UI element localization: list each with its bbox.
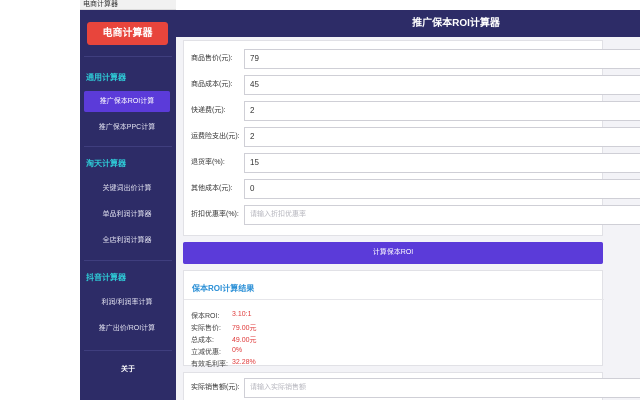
field-label: 商品成本(元): [191,81,233,88]
shipping-input[interactable]: 2 [244,101,640,121]
window-title: 电商计算器 [83,1,118,8]
logo-button[interactable]: 电商计算器 [87,22,168,45]
sidebar-divider [84,146,172,147]
cost-input[interactable]: 45 [244,75,640,95]
sidebar-item-about[interactable]: 关于 [80,364,176,374]
result-label: 立减优惠: [191,349,221,356]
sidebar-item-store-profit[interactable]: 全店利润计算器 [84,230,170,251]
input-form: 商品售价(元): 79 商品成本(元): 45 快递费(元): 2 运费险支出(… [183,40,640,236]
result-divider [184,299,604,300]
sidebar-item-keyword-bid[interactable]: 关键词出价计算 [84,178,170,199]
field-label: 折扣优惠率(%): [191,211,239,218]
result-label: 有效毛利率: [191,361,228,368]
main-content: 推广保本ROI计算器 商品售价(元): 79 商品成本(元): 45 快递费(元… [176,10,640,400]
result-title: 保本ROI计算结果 [192,284,255,293]
group-title-douyin: 抖音计算器 [86,273,126,282]
sidebar: 电商计算器 通用计算器 推广保本ROI计算 推广保本PPC计算 淘天计算器 关键… [80,10,176,400]
sidebar-item-profit-rate[interactable]: 利润/利润率计算 [84,292,170,313]
sidebar-item-single-profit[interactable]: 单品利润计算器 [84,204,170,225]
field-label: 商品售价(元): [191,55,233,62]
page-header: 推广保本ROI计算器 [176,10,640,37]
field-label: 实际销售额(元): [191,384,240,391]
sidebar-divider [84,350,172,351]
sidebar-divider [84,260,172,261]
sidebar-item-bid-roi[interactable]: 推广出价/ROI计算 [84,318,170,339]
freight-insurance-input[interactable]: 2 [244,127,640,147]
field-label: 快递费(元): [191,107,226,114]
sidebar-item-ppc[interactable]: 推广保本PPC计算 [84,117,170,138]
field-label: 退货率(%): [191,159,225,166]
result-value-total-cost: 49.00元 [232,337,257,344]
field-label: 运费险支出(元): [191,133,240,140]
result-value-margin: 32.28% [232,359,256,366]
result-label: 保本ROI: [191,313,220,320]
result-label: 总成本: [191,337,214,344]
group-title-taotian: 淘天计算器 [86,159,126,168]
actual-sales-input[interactable]: 请输入实际销售额 [244,378,640,398]
window-titlebar: 电商计算器 [80,0,176,10]
other-cost-input[interactable]: 0 [244,179,640,199]
result-value-roi: 3.10:1 [232,311,252,318]
field-label: 其他成本(元): [191,185,233,192]
page-title: 推广保本ROI计算器 [412,18,500,29]
result-label: 实际售价: [191,325,221,332]
price-input[interactable]: 79 [244,49,640,69]
result-value-price: 79.00元 [232,325,257,332]
result-panel: 保本ROI计算结果 保本ROI: 3.10:1 实际售价: 79.00元 总成本… [183,270,604,368]
group-title-general: 通用计算器 [86,73,126,82]
calculate-roi-button[interactable]: 计算保本ROI [183,242,603,264]
return-rate-input[interactable]: 15 [244,153,640,173]
sales-panel: 实际销售额(元): 请输入实际销售额 [183,372,640,400]
result-value-discount: 0% [232,347,243,354]
discount-rate-input[interactable]: 请输入折扣优惠率 [244,205,640,225]
sidebar-item-roi[interactable]: 推广保本ROI计算 [84,91,170,112]
sidebar-divider [84,56,172,57]
